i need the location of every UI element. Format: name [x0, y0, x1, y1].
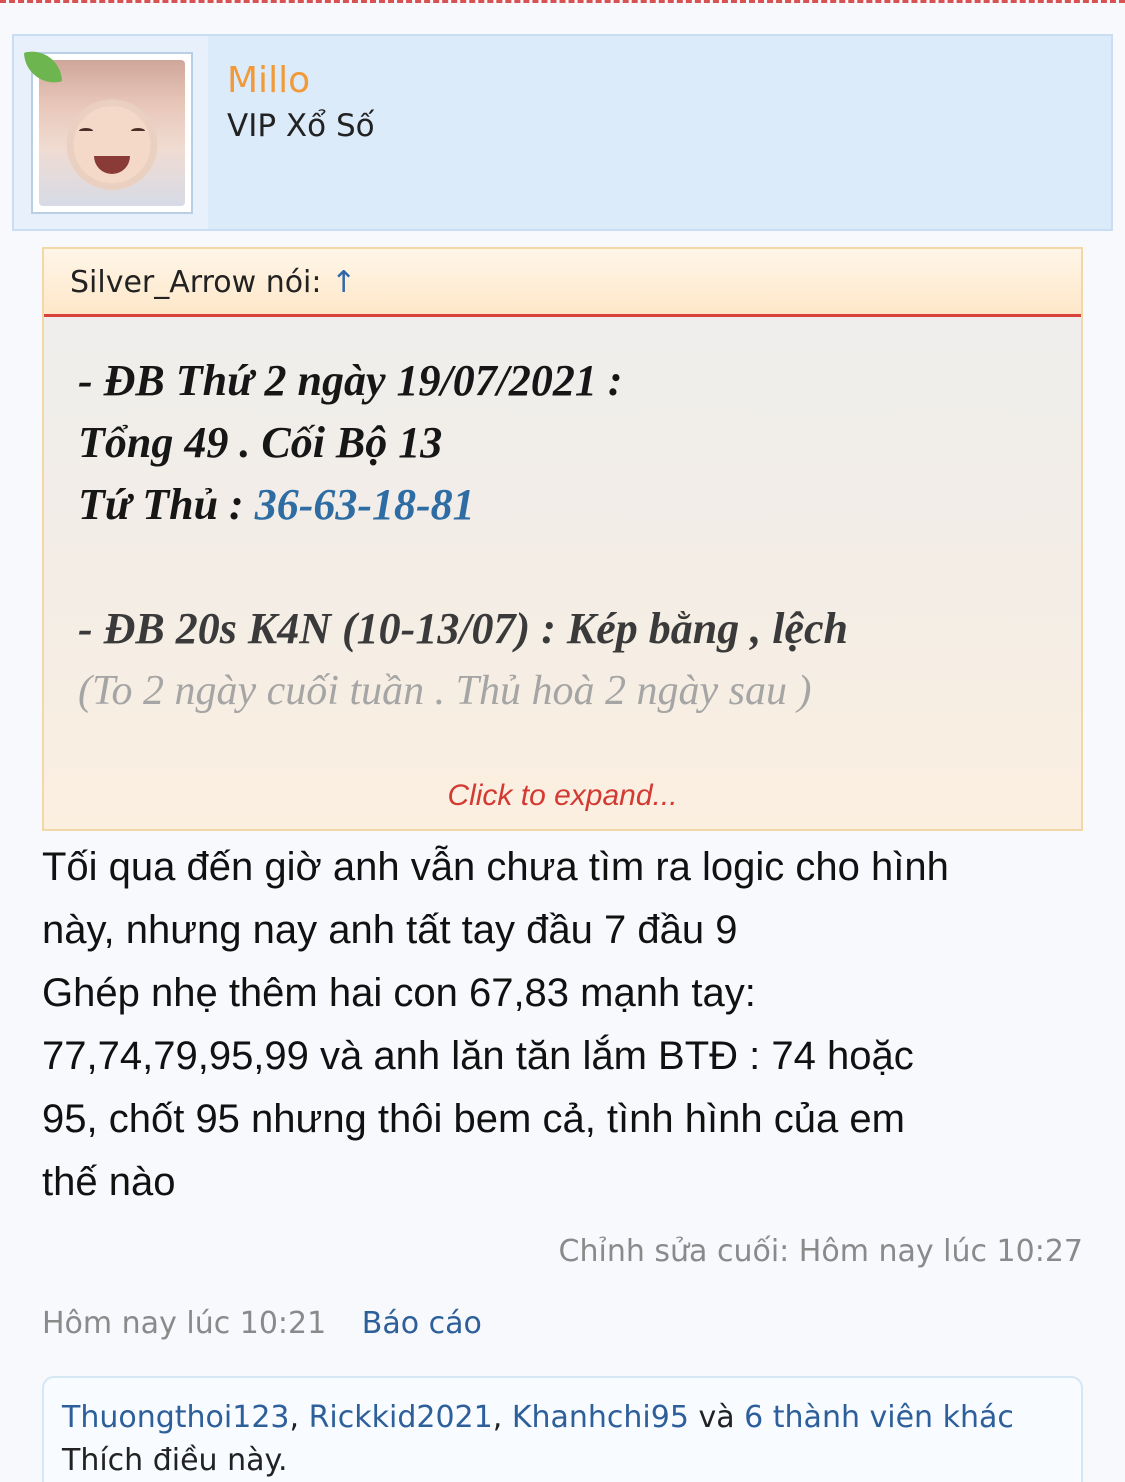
message-line: 95, chốt 95 nhưng thôi bem cả, tình hình…: [42, 1097, 905, 1141]
likes-summary: Thuongthoi123, Rickkid2021, Khanhchi95 v…: [42, 1376, 1083, 1482]
quote-header: Silver_Arrow nói: ↑: [44, 249, 1081, 317]
avatar-image: [39, 60, 185, 206]
liker-link[interactable]: Rickkid2021: [309, 1400, 493, 1435]
likes-and: và: [688, 1400, 745, 1435]
avatar-eye-left: [79, 128, 93, 134]
quote-line: - ĐB Thứ 2 ngày 19/07/2021 :: [78, 356, 623, 405]
post-message: Tối qua đến giờ anh vẫn chưa tìm ra logi…: [42, 836, 1102, 1214]
avatar-mouth: [94, 156, 130, 174]
likes-separator: ,: [289, 1400, 309, 1435]
quote-spacer: [78, 536, 1081, 598]
post-timestamp[interactable]: Hôm nay lúc 10:21: [42, 1306, 326, 1341]
other-likers-link[interactable]: 6 thành viên khác: [744, 1400, 1014, 1435]
user-title: VIP Xổ Số: [227, 108, 375, 144]
quote-line: Tổng 49 . Cối Bộ 13: [78, 418, 443, 467]
message-line: này, nhưng nay anh tất tay đầu 7 đầu 9: [42, 908, 738, 952]
message-line: thế nào: [42, 1160, 176, 1204]
message-line: Tối qua đến giờ anh vẫn chưa tìm ra logi…: [42, 845, 949, 889]
quote-line: Tứ Thủ : 36-63-18-81: [78, 474, 1081, 536]
quote-block: Silver_Arrow nói: ↑ - ĐB Thứ 2 ngày 19/0…: [42, 247, 1083, 831]
quote-line: (To 2 ngày cuối tuần . Thủ hoà 2 ngày sa…: [78, 668, 812, 714]
quote-numbers-link[interactable]: 36-63-18-81: [255, 480, 475, 529]
report-link[interactable]: Báo cáo: [362, 1306, 482, 1341]
post-author-header: Millo VIP Xổ Số: [12, 34, 1113, 231]
likes-separator: ,: [492, 1400, 512, 1435]
last-edited-note: Chỉnh sửa cuối: Hôm nay lúc 10:27: [558, 1234, 1083, 1269]
click-to-expand-link[interactable]: Click to expand...: [44, 779, 1081, 813]
jump-to-quote-arrow-icon[interactable]: ↑: [331, 265, 356, 300]
quote-line-prefix: Tứ Thủ :: [78, 480, 255, 529]
top-dashed-divider: [0, 0, 1125, 8]
quote-line: - ĐB 20s K4N (10-13/07) : Kép bằng , lệc…: [78, 604, 848, 653]
likes-suffix: Thích điều này.: [62, 1443, 288, 1478]
message-line: 77,74,79,95,99 và anh lăn tăn lắm BTĐ : …: [42, 1034, 914, 1078]
post-meta: Hôm nay lúc 10:21 Báo cáo: [42, 1306, 482, 1341]
quote-author-label: Silver_Arrow nói:: [70, 265, 322, 300]
avatar-cell: [14, 36, 208, 229]
username-link[interactable]: Millo: [227, 60, 310, 101]
liker-link[interactable]: Khanhchi95: [512, 1400, 689, 1435]
liker-link[interactable]: Thuongthoi123: [62, 1400, 290, 1435]
quote-body: - ĐB Thứ 2 ngày 19/07/2021 : Tổng 49 . C…: [44, 317, 1081, 722]
message-line: Ghép nhẹ thêm hai con 67,83 mạnh tay:: [42, 971, 756, 1015]
avatar-eye-right: [131, 128, 145, 134]
likes-users-line: Thuongthoi123, Rickkid2021, Khanhchi95 v…: [62, 1396, 1081, 1439]
